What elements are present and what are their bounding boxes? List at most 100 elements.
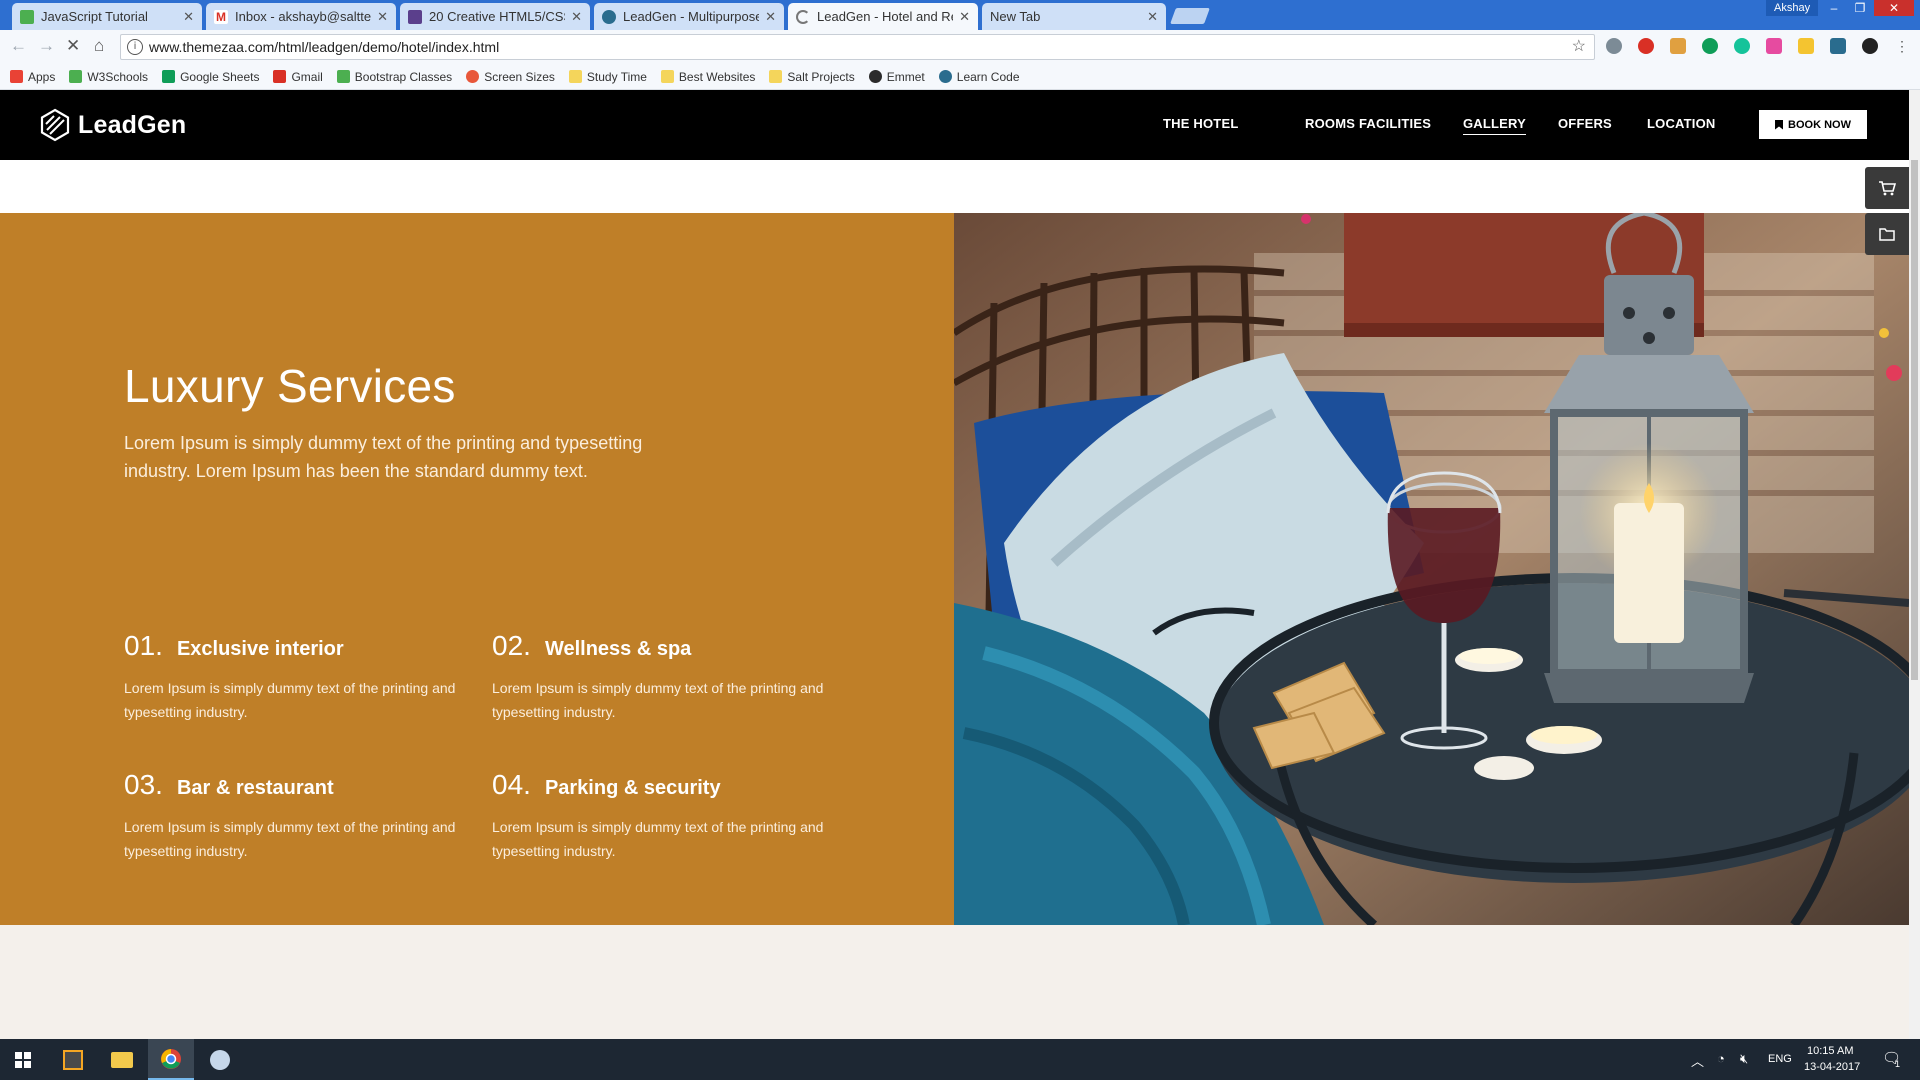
minimize-icon[interactable]: – xyxy=(1822,0,1846,16)
bookmark-study-time[interactable]: Study Time xyxy=(568,70,647,84)
site-logo[interactable]: LeadGen xyxy=(38,108,186,142)
tab-close-icon[interactable]: ✕ xyxy=(1147,9,1158,25)
tab-title: Inbox - akshayb@saltte xyxy=(235,9,372,24)
tab-close-icon[interactable]: ✕ xyxy=(571,9,582,25)
balcony-table-photo xyxy=(954,213,1909,925)
globe-icon xyxy=(938,70,952,83)
extension-star-icon[interactable] xyxy=(1798,38,1814,54)
sublime-text-icon[interactable] xyxy=(50,1039,96,1080)
section-lead: Lorem Ipsum is simply dummy text of the … xyxy=(124,433,643,481)
restore-icon[interactable]: ❐ xyxy=(1848,0,1872,16)
extension-green-icon[interactable] xyxy=(1702,38,1718,54)
brand-name: LeadGen xyxy=(78,110,187,139)
service-text: Lorem Ipsum is simply dummy text of the … xyxy=(492,819,824,859)
folder-icon xyxy=(769,70,783,83)
tab-inbox[interactable]: M Inbox - akshayb@saltte ✕ xyxy=(206,3,396,30)
clock-time[interactable]: 10:15 AM xyxy=(1807,1045,1853,1057)
service-text: Lorem Ipsum is simply dummy text of the … xyxy=(492,680,824,720)
nav-the-hotel[interactable]: THE HOTEL xyxy=(1163,116,1238,131)
scrollbar-thumb[interactable] xyxy=(1911,160,1918,680)
tab-close-icon[interactable]: ✕ xyxy=(959,9,970,25)
bookmark-gmail[interactable]: Gmail xyxy=(273,70,323,84)
service-item: 03. Bar & restaurant Lorem Ipsum is simpl… xyxy=(124,769,464,863)
new-tab-button[interactable] xyxy=(1170,8,1210,24)
service-number: 01. xyxy=(124,630,163,661)
service-text: Lorem Ipsum is simply dummy text of the … xyxy=(124,819,456,859)
home-icon[interactable]: ⌂ xyxy=(94,36,104,56)
w3schools-icon xyxy=(69,70,83,83)
bookmark-label: Emmet xyxy=(886,69,925,84)
extension-recycle-icon[interactable] xyxy=(1606,38,1622,54)
nav-rooms[interactable]: ROOMS xyxy=(1305,116,1355,131)
extension-v-icon[interactable] xyxy=(1830,38,1846,54)
bookmark-label: Screen Sizes xyxy=(484,69,555,84)
extension-color-icon[interactable] xyxy=(1766,38,1782,54)
bookmark-label: Bootstrap Classes xyxy=(354,69,453,84)
browser-tab-strip: JavaScript Tutorial ✕ M Inbox - akshayb@… xyxy=(0,0,1920,30)
screen-sizes-icon xyxy=(466,70,480,83)
tab-close-icon[interactable]: ✕ xyxy=(377,9,388,25)
nav-facilities[interactable]: FACILITIES xyxy=(1359,116,1431,131)
bookmark-screen-sizes[interactable]: Screen Sizes xyxy=(466,70,555,84)
network-icon[interactable]: ◔ xyxy=(1717,1051,1725,1066)
nav-offers[interactable]: OFFERS xyxy=(1558,116,1612,131)
tab-new-tab[interactable]: New Tab ✕ xyxy=(982,3,1166,30)
nav-location[interactable]: LOCATION xyxy=(1647,116,1716,131)
service-title: Bar & restaurant xyxy=(176,777,334,799)
bookmark-learn-code[interactable]: Learn Code xyxy=(938,70,1020,84)
tab-close-icon[interactable]: ✕ xyxy=(183,9,194,25)
bookmarks-bar: Apps W3Schools Google Sheets Gmail Boots… xyxy=(0,64,1920,90)
language-indicator[interactable]: ENG xyxy=(1768,1053,1792,1065)
gmail-favicon-icon: M xyxy=(214,9,228,24)
clock-date[interactable]: 13-04-2017 xyxy=(1804,1061,1860,1073)
tab-title: LeadGen - Multipurpose xyxy=(623,9,760,24)
browser-toolbar: ← → ✕ ⌂ i www.themezaa.com/html/leadgen/… xyxy=(0,30,1920,64)
bookmark-apps[interactable]: Apps xyxy=(10,70,55,84)
tab-javascript-tutorial[interactable]: JavaScript Tutorial ✕ xyxy=(12,3,202,30)
tab-title: New Tab xyxy=(990,9,1041,24)
chrome-taskbar-icon[interactable] xyxy=(148,1039,194,1080)
extension-dark-icon[interactable] xyxy=(1862,38,1878,54)
service-title: Wellness & spa xyxy=(544,638,692,660)
stop-loading-icon[interactable]: ✕ xyxy=(66,36,80,56)
tab-leadgen-multipurpose[interactable]: LeadGen - Multipurpose ✕ xyxy=(594,3,784,30)
extension-key-icon[interactable] xyxy=(1670,38,1686,54)
service-number: 03. xyxy=(124,769,163,800)
windows-start-icon[interactable] xyxy=(0,1039,46,1080)
close-window-icon[interactable]: ✕ xyxy=(1874,0,1914,16)
bookmark-label: Salt Projects xyxy=(787,69,855,84)
paint-app-icon[interactable] xyxy=(197,1039,243,1080)
bookmark-salt-projects[interactable]: Salt Projects xyxy=(769,69,855,84)
bookmark-google-sheets[interactable]: Google Sheets xyxy=(162,70,259,84)
bookmark-label: Google Sheets xyxy=(180,69,260,84)
file-explorer-icon[interactable] xyxy=(99,1039,145,1080)
folder-icon[interactable] xyxy=(1865,213,1909,255)
tab-title: 20 Creative HTML5/CSS3 xyxy=(429,9,566,24)
bookmark-best-websites[interactable]: Best Websites xyxy=(660,70,755,84)
site-header: LeadGen THE HOTEL ROOMS FACILITIES GALLE… xyxy=(0,90,1909,160)
bookmark-star-icon[interactable]: ☆ xyxy=(1572,35,1586,59)
bookmark-w3schools[interactable]: W3Schools xyxy=(69,70,148,84)
book-now-button[interactable]: BOOK NOW xyxy=(1759,110,1867,139)
page-scrollbar[interactable] xyxy=(1909,90,1920,1039)
windows-taskbar: ︿ ◔ 🔇︎ ENG 10:15 AM 13-04-2017 🗨︎ 1 xyxy=(0,1039,1920,1080)
cart-icon[interactable] xyxy=(1865,167,1909,209)
info-icon[interactable]: i xyxy=(127,39,143,55)
tray-chevron-up-icon[interactable]: ︿ xyxy=(1691,1051,1704,1070)
window-user-badge[interactable]: Akshay xyxy=(1766,0,1819,16)
bookmark-bootstrap-classes[interactable]: Bootstrap Classes xyxy=(336,69,453,84)
tab-leadgen-hotel[interactable]: LeadGen - Hotel and Re ✕ xyxy=(788,3,978,30)
bookmark-emmet[interactable]: Emmet xyxy=(868,69,925,84)
address-bar[interactable]: i www.themezaa.com/html/leadgen/demo/hot… xyxy=(120,34,1595,60)
tab-close-icon[interactable]: ✕ xyxy=(765,9,776,25)
back-arrow-icon[interactable]: ← xyxy=(10,36,27,56)
forward-arrow-icon[interactable]: → xyxy=(38,36,55,56)
volume-muted-icon[interactable]: 🔇︎ xyxy=(1740,1051,1748,1067)
chrome-menu-icon[interactable]: ⋮ xyxy=(1894,38,1910,54)
adblock-icon[interactable] xyxy=(1638,38,1654,54)
tab-creative-html5[interactable]: 20 Creative HTML5/CSS3 ✕ xyxy=(400,3,590,30)
grammarly-icon[interactable] xyxy=(1734,38,1750,54)
service-number: 02. xyxy=(492,630,531,661)
luxury-services-section: Luxury Services Lorem Ipsum is simply du… xyxy=(0,213,954,925)
nav-gallery[interactable]: GALLERY xyxy=(1463,116,1527,135)
